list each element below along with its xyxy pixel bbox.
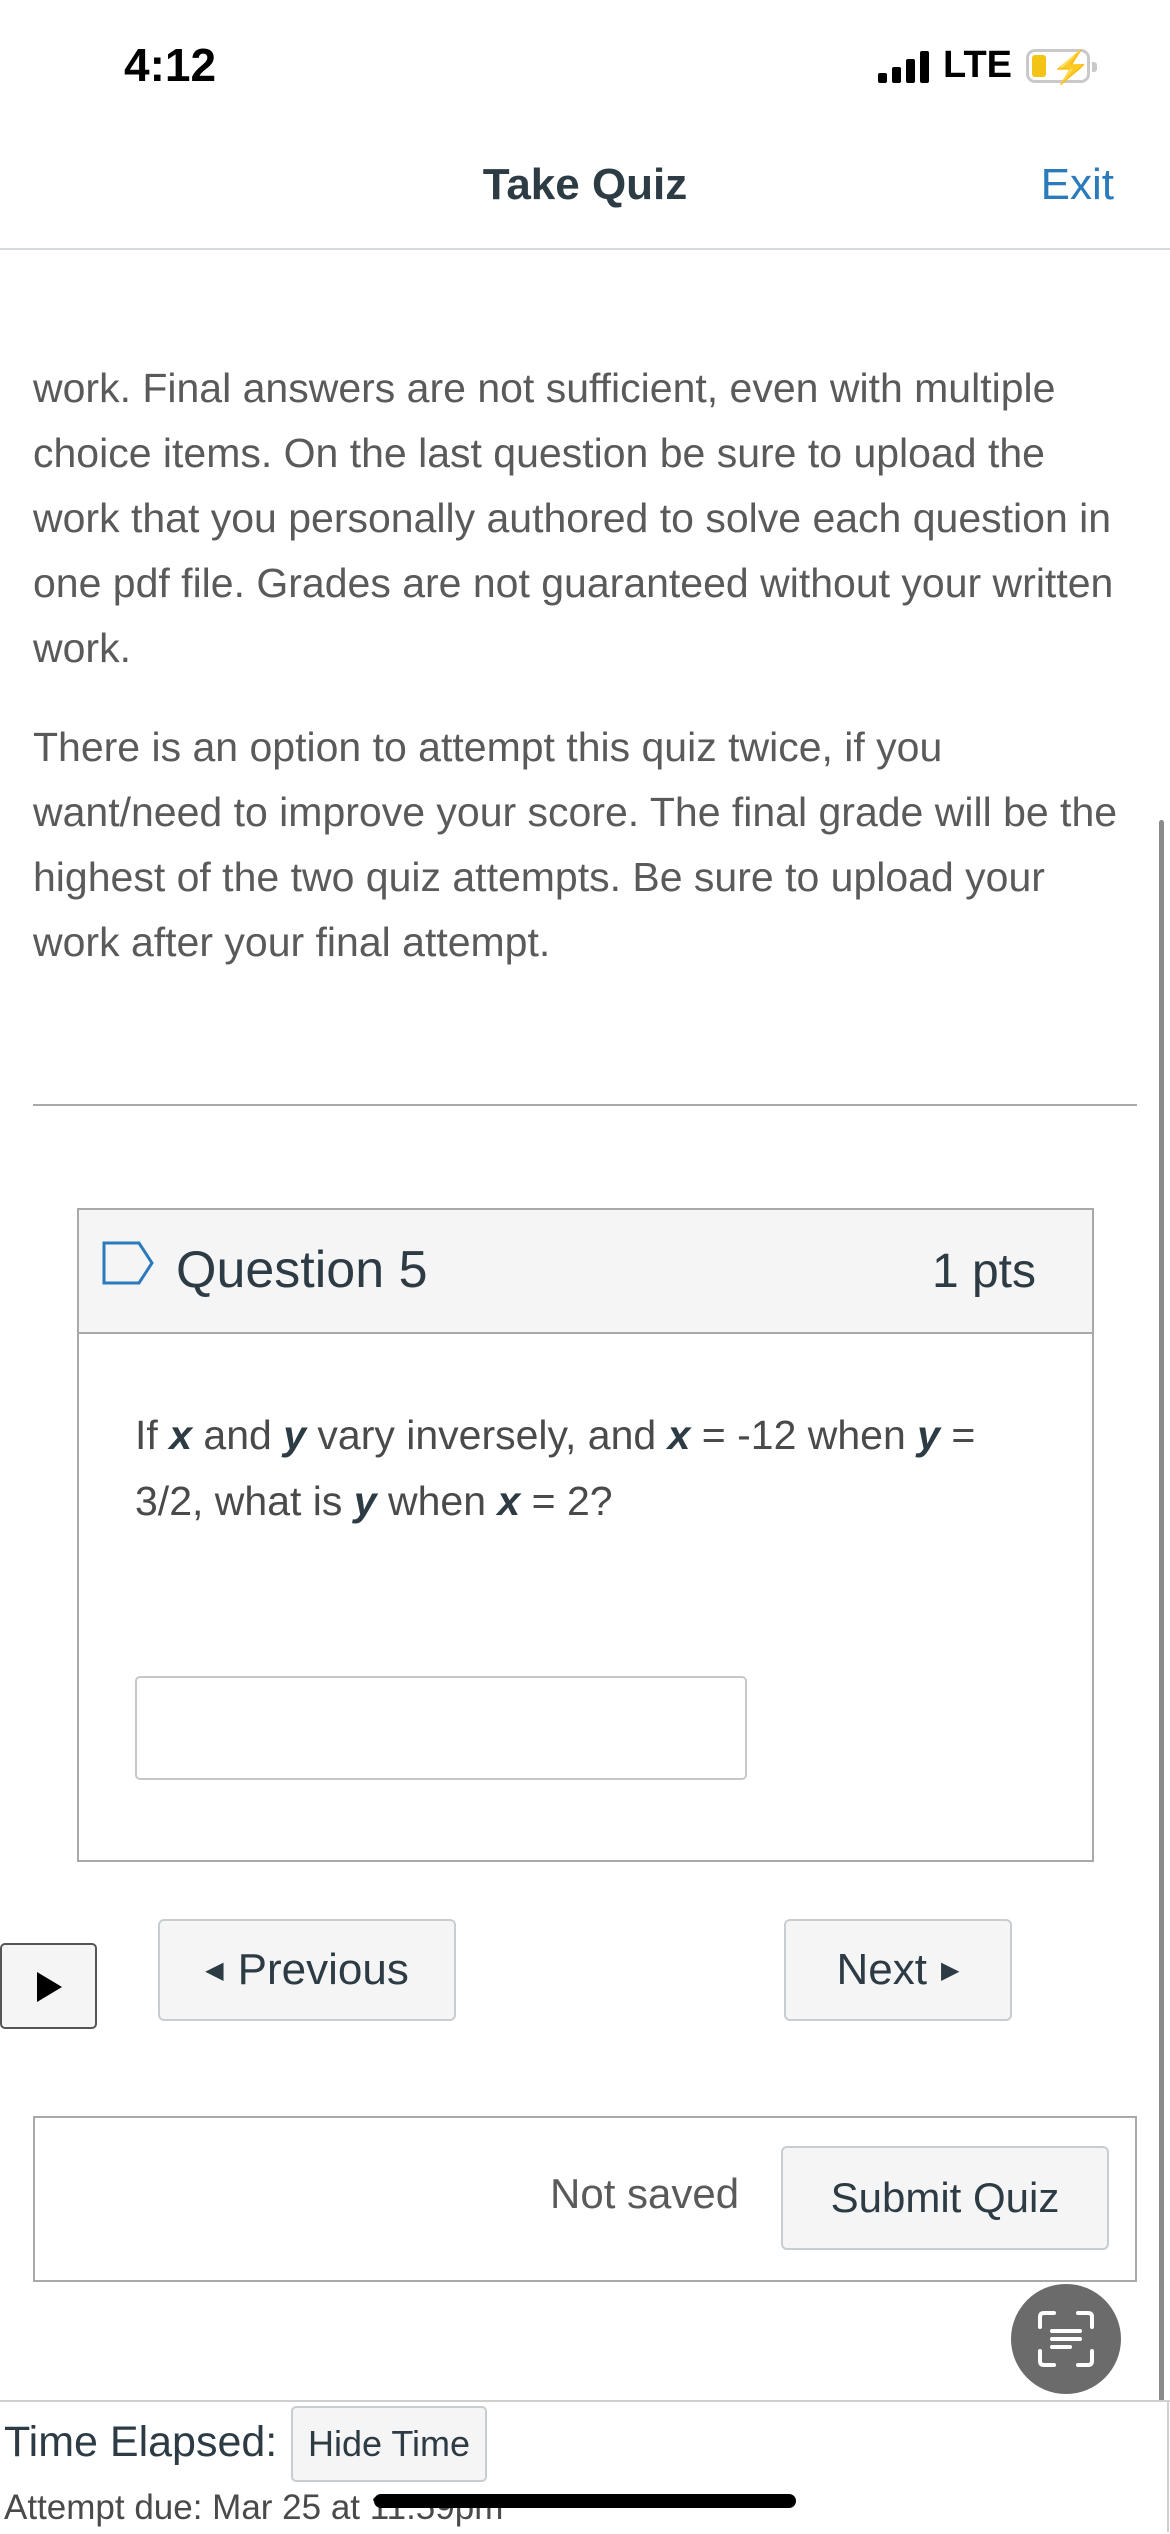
page-title: Take Quiz (482, 160, 688, 209)
question-title: Question 5 (176, 1241, 428, 1299)
next-label: Next (836, 1945, 927, 1994)
previous-label: Previous (237, 1945, 409, 1994)
caret-left-icon: ◀ (205, 1956, 224, 1984)
quiz-header: Take Quiz Exit (0, 142, 1170, 250)
status-indicators: LTE ⚡ (878, 44, 1097, 87)
next-button[interactable]: Next ▶ (784, 1919, 1012, 2021)
scan-text-button[interactable] (1011, 2284, 1121, 2394)
question-header: Question 5 1 pts (79, 1210, 1092, 1334)
submit-quiz-button[interactable]: Submit Quiz (781, 2146, 1109, 2250)
answer-input[interactable] (135, 1676, 747, 1780)
quiz-instructions: work. Final answers are not sufficient, … (33, 356, 1133, 1009)
divider (33, 1104, 1137, 1106)
question-card: Question 5 1 pts If x and y vary inverse… (77, 1208, 1094, 1862)
network-label: LTE (943, 44, 1012, 86)
play-icon (37, 1972, 62, 2002)
scrollbar[interactable] (1159, 820, 1164, 2520)
hide-time-button[interactable]: Hide Time (291, 2406, 487, 2482)
instructions-paragraph: work. Final answers are not sufficient, … (33, 365, 1114, 671)
save-status: Not saved (550, 2170, 740, 2217)
caret-right-icon: ▶ (941, 1956, 960, 1984)
submit-panel: Not saved Submit Quiz (33, 2116, 1137, 2282)
divider (1167, 2400, 1169, 2532)
question-text: If x and y vary inversely, and x = -12 w… (135, 1412, 976, 1524)
battery-charging-icon: ⚡ (1026, 48, 1097, 85)
scan-text-icon (1038, 2311, 1094, 2367)
signal-icon (878, 49, 930, 83)
time-elapsed-label: Time Elapsed: (4, 2418, 278, 2466)
exit-button[interactable]: Exit (1041, 160, 1114, 210)
timer-bar: Time Elapsed: Hide Time Attempt due: Mar… (0, 2400, 1170, 2534)
status-time: 4:12 (124, 39, 217, 91)
question-points: 1 pts (931, 1245, 1036, 1298)
flag-icon[interactable] (101, 1240, 155, 1286)
instructions-paragraph: There is an option to attempt this quiz … (33, 724, 1118, 965)
previous-button[interactable]: ◀ Previous (158, 1919, 456, 2021)
play-button[interactable] (0, 1943, 97, 2029)
home-indicator[interactable] (374, 2494, 796, 2508)
